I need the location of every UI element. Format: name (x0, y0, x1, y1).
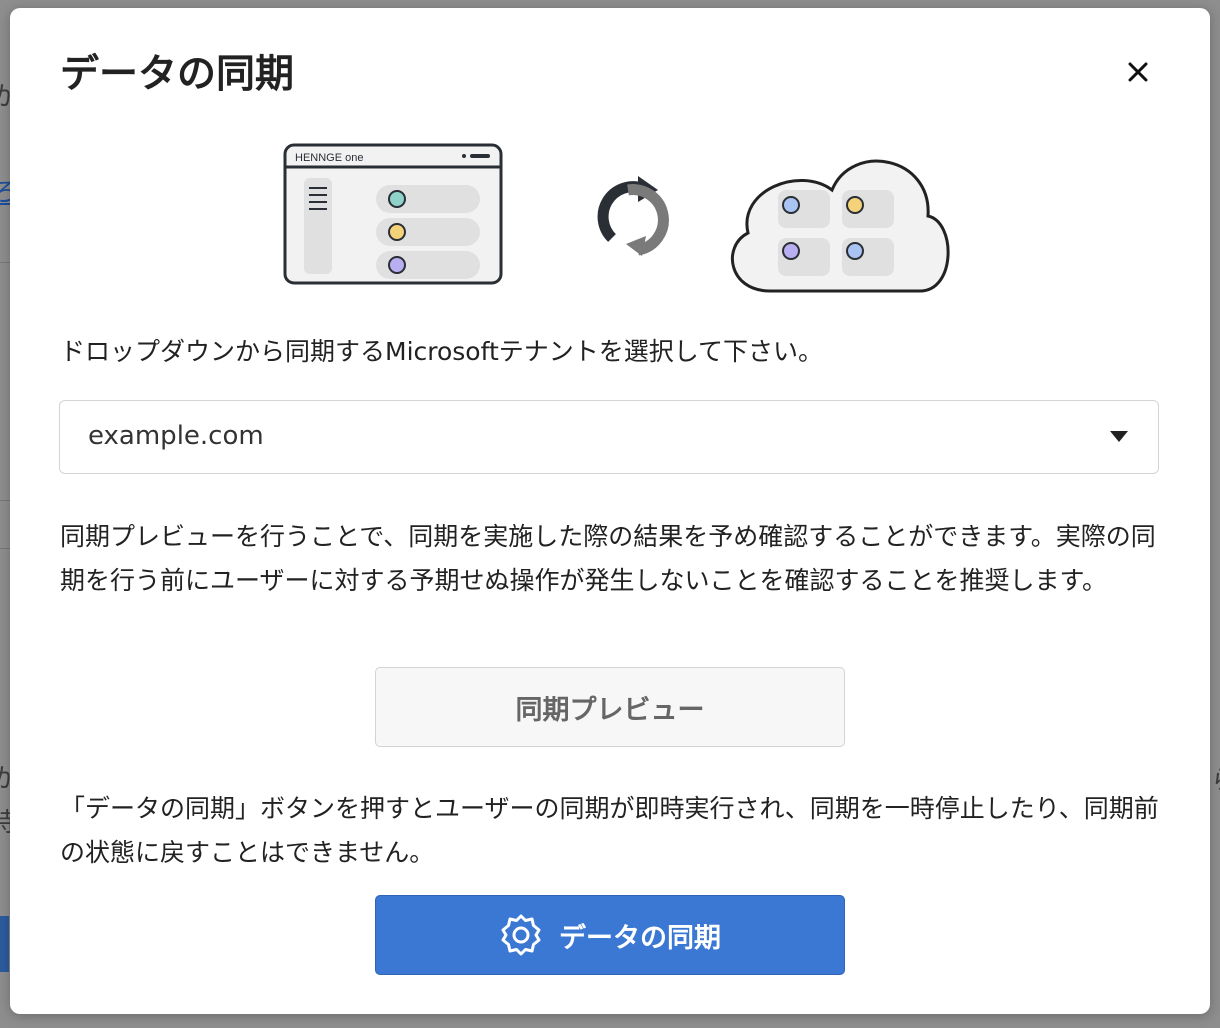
sync-warning-text: 「データの同期」ボタンを押すとユーザーの同期が即時実行され、同期を一時停止したり… (60, 794, 1159, 867)
caret-down-icon (1110, 431, 1128, 442)
background-text-fragment: ら (1211, 768, 1220, 794)
close-icon (1128, 62, 1148, 82)
background-divider (0, 262, 10, 263)
app-brand-label: HENNGE one (295, 152, 363, 164)
background-button-fragment (0, 916, 9, 972)
tenant-instruction-text: ドロップダウンから同期するMicrosoftテナントを選択して下さい。 (60, 337, 824, 366)
tenant-select-value: example.com (88, 421, 264, 451)
background-divider (0, 500, 10, 501)
preview-description-text: 同期プレビューを行うことで、同期を実施した際の結果を予め確認することができます。… (60, 522, 1156, 595)
sync-data-button-label: データの同期 (559, 922, 721, 954)
sync-preview-button[interactable]: 同期プレビュー (375, 667, 845, 747)
cloud-illustration (731, 159, 950, 293)
sync-arrows-icon (597, 176, 669, 256)
close-button[interactable] (1120, 54, 1156, 90)
background-divider (0, 548, 10, 549)
sync-data-button[interactable]: データの同期 (375, 895, 845, 975)
dialog-title: データの同期 (60, 52, 295, 97)
sync-dialog: データの同期 HENNGE one ドロップダウンから同期するMicrosoft… (10, 8, 1210, 1014)
gear-icon (501, 914, 541, 956)
sync-illustration: HENNGE one (280, 138, 950, 298)
app-window-illustration: HENNGE one (283, 143, 503, 285)
tenant-select[interactable]: example.com (59, 400, 1159, 474)
